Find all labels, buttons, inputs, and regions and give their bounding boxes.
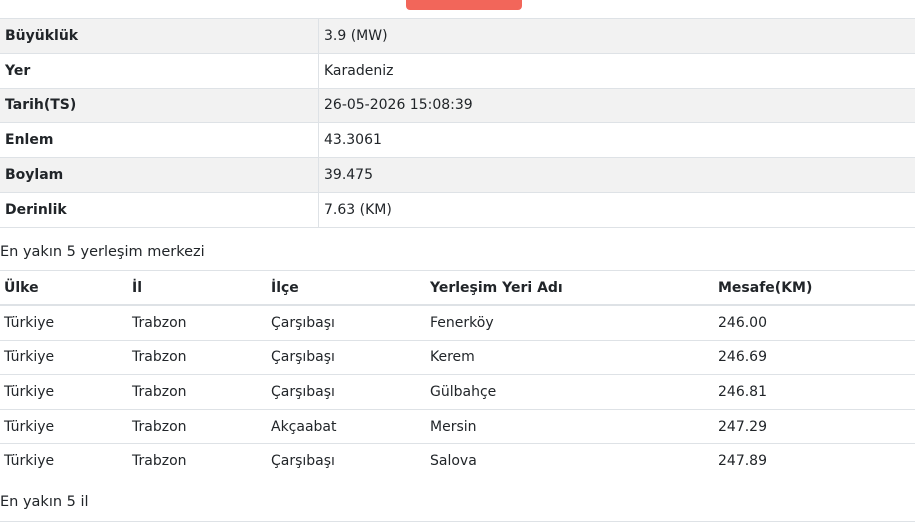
cell-district: Çarşıbaşı (267, 339, 426, 375)
column-header-distance: Mesafe(KM) (714, 270, 915, 306)
detail-row-magnitude: Büyüklük 3.9 (MW) (0, 18, 915, 54)
cell-distance: 247.29 (714, 408, 915, 444)
cell-settlement: Fenerköy (426, 304, 714, 341)
cell-country: Türkiye (0, 339, 128, 375)
table-row: Türkiye Trabzon Çarşıbaşı Fenerköy 246.0… (0, 304, 915, 341)
detail-value: 3.9 (MW) (318, 18, 915, 54)
nearby-provinces-title: En yakın 5 il (0, 494, 89, 510)
detail-value: 39.475 (318, 157, 915, 193)
cell-district: Çarşıbaşı (267, 304, 426, 341)
detail-value: 7.63 (KM) (318, 192, 915, 228)
cell-settlement: Kerem (426, 339, 714, 375)
earthquake-details-table: Büyüklük 3.9 (MW) Yer Karadeniz Tarih(TS… (0, 18, 915, 228)
cell-province: Trabzon (128, 339, 267, 375)
cell-country: Türkiye (0, 443, 128, 478)
column-header-province: İl (128, 270, 267, 306)
detail-value: 26-05-2026 15:08:39 (318, 88, 915, 124)
cell-district: Akçaabat (267, 408, 426, 444)
detail-value: Karadeniz (318, 53, 915, 89)
nearby-settlements-table: Ülke İl İlçe Yerleşim Yeri Adı Mesafe(KM… (0, 270, 915, 478)
table-row: Türkiye Trabzon Çarşıbaşı Gülbahçe 246.8… (0, 374, 915, 410)
table-header-row: Ülke İl İlçe Yerleşim Yeri Adı Mesafe(KM… (0, 270, 915, 306)
detail-row-location: Yer Karadeniz (0, 53, 915, 89)
cell-distance: 246.00 (714, 304, 915, 341)
detail-key: Yer (0, 53, 319, 89)
cell-country: Türkiye (0, 408, 128, 444)
detail-row-date: Tarih(TS) 26-05-2026 15:08:39 (0, 88, 915, 124)
detail-key: Enlem (0, 122, 319, 159)
cell-province: Trabzon (128, 408, 267, 444)
column-header-settlement: Yerleşim Yeri Adı (426, 270, 714, 306)
cell-country: Türkiye (0, 374, 128, 410)
cell-settlement: Mersin (426, 408, 714, 444)
table-top-border (0, 521, 915, 522)
detail-key: Derinlik (0, 192, 319, 228)
cell-district: Çarşıbaşı (267, 443, 426, 478)
detail-key: Boylam (0, 157, 319, 193)
top-action-button[interactable] (406, 0, 522, 10)
detail-row-depth: Derinlik 7.63 (KM) (0, 192, 915, 228)
cell-province: Trabzon (128, 443, 267, 478)
detail-row-latitude: Enlem 43.3061 (0, 122, 915, 159)
detail-row-longitude: Boylam 39.475 (0, 157, 915, 193)
cell-settlement: Salova (426, 443, 714, 478)
table-row: Türkiye Trabzon Çarşıbaşı Kerem 246.69 (0, 339, 915, 375)
cell-distance: 246.81 (714, 374, 915, 410)
column-header-district: İlçe (267, 270, 426, 306)
cell-country: Türkiye (0, 304, 128, 341)
column-header-country: Ülke (0, 270, 128, 306)
detail-key: Tarih(TS) (0, 88, 319, 124)
cell-distance: 247.89 (714, 443, 915, 478)
nearby-settlements-title: En yakın 5 yerleşim merkezi (0, 244, 205, 260)
detail-key: Büyüklük (0, 18, 319, 54)
cell-settlement: Gülbahçe (426, 374, 714, 410)
cell-distance: 246.69 (714, 339, 915, 375)
cell-province: Trabzon (128, 304, 267, 341)
detail-value: 43.3061 (318, 122, 915, 159)
table-row: Türkiye Trabzon Çarşıbaşı Salova 247.89 (0, 443, 915, 478)
cell-province: Trabzon (128, 374, 267, 410)
table-row: Türkiye Trabzon Akçaabat Mersin 247.29 (0, 408, 915, 444)
cell-district: Çarşıbaşı (267, 374, 426, 410)
